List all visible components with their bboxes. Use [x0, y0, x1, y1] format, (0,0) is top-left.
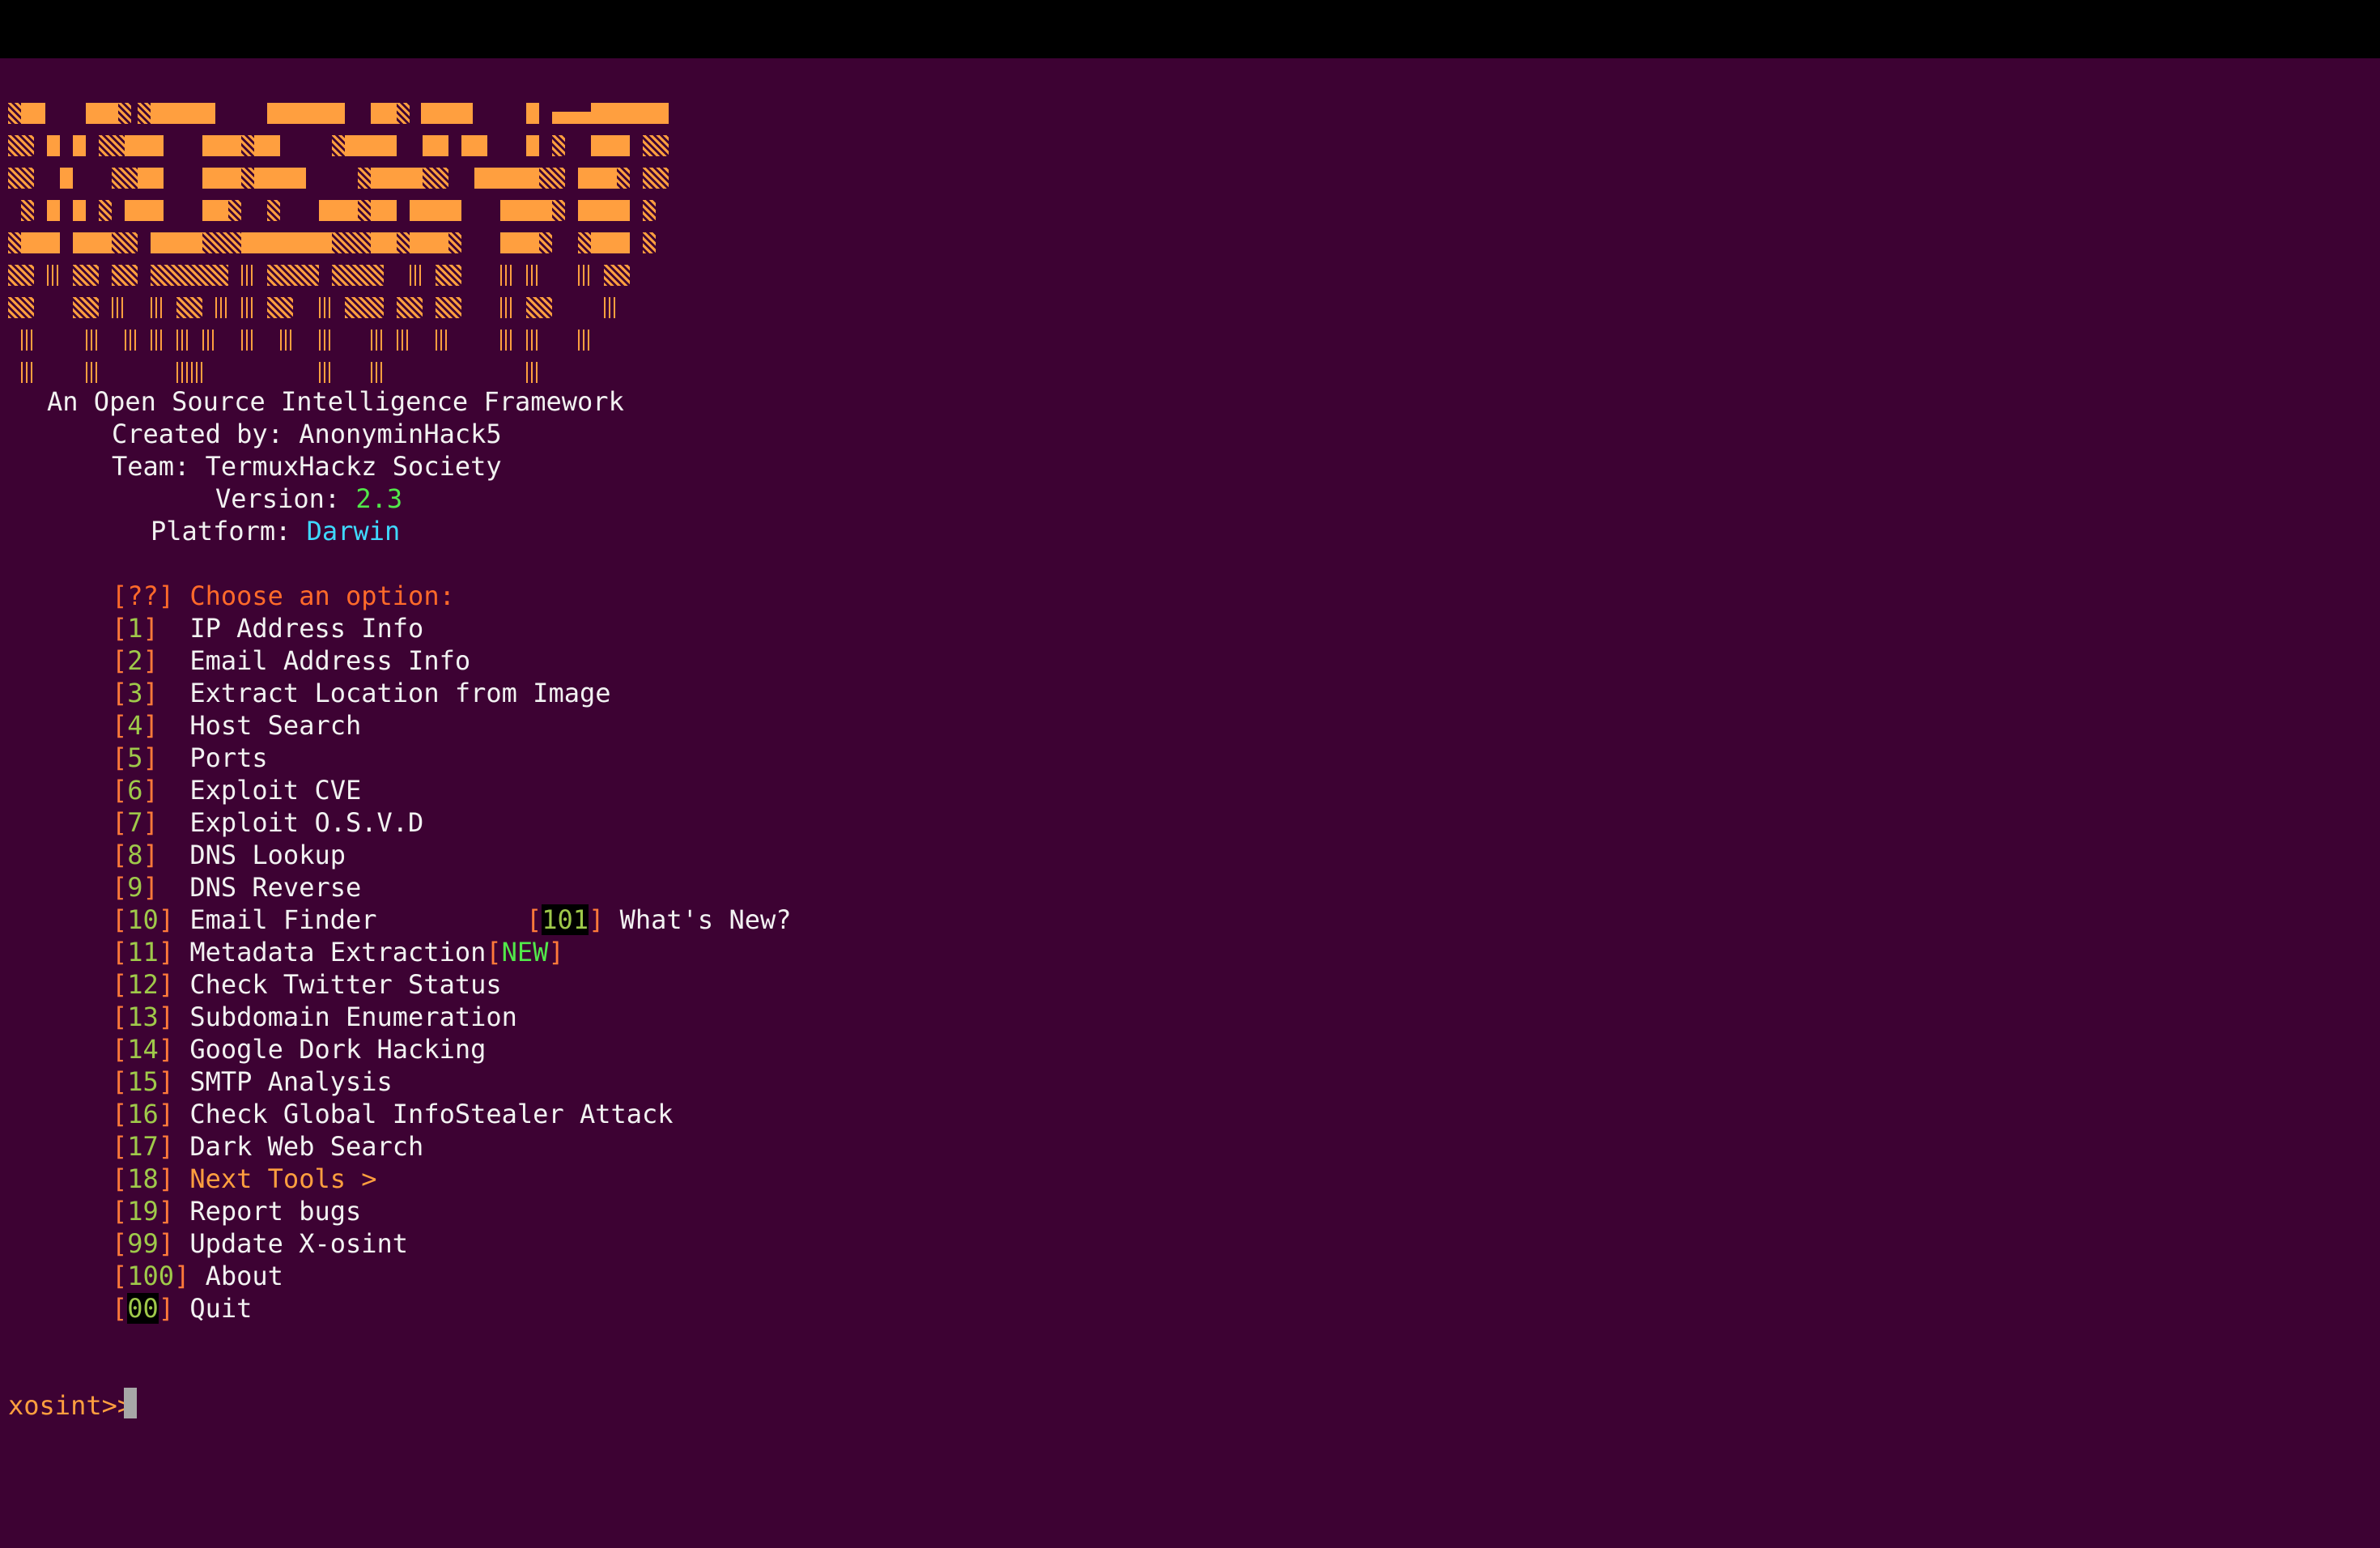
option-label: Exploit CVE: [189, 775, 362, 806]
menu-option-1[interactable]: [1] IP Address Info: [112, 612, 423, 644]
terminal-window: An Open Source Intelligence Framework Cr…: [0, 0, 2380, 1548]
option-label: Google Dork Hacking: [189, 1034, 487, 1065]
menu-option-16[interactable]: [16] Check Global InfoStealer Attack: [112, 1098, 674, 1130]
created-by-line: Created by: AnonyminHack5: [112, 418, 502, 450]
menu-option-7[interactable]: [7] Exploit O.S.V.D: [112, 806, 423, 839]
option-label: Ports: [189, 742, 268, 773]
menu-option-3[interactable]: [3] Extract Location from Image: [112, 677, 611, 709]
version-line: Version: 2.3: [215, 483, 402, 515]
option-label: Report bugs: [189, 1196, 362, 1227]
option-number: 8: [127, 840, 143, 870]
command-prompt: xosint>>: [8, 1390, 134, 1421]
option-number: 16: [127, 1099, 159, 1129]
menu-option-2[interactable]: [2] Email Address Info: [112, 644, 470, 677]
option-number: 14: [127, 1034, 159, 1065]
option-label: Email Address Info: [189, 645, 471, 676]
menu-option-18[interactable]: [18] Next Tools >: [112, 1163, 377, 1195]
menu-option-11[interactable]: [11] Metadata Extraction[NEW]: [112, 936, 564, 968]
option-label: Exploit O.S.V.D: [189, 807, 424, 838]
option-number: 19: [127, 1196, 159, 1227]
menu-header: [??] Choose an option:: [112, 580, 455, 612]
platform-value: Darwin: [306, 516, 401, 546]
menu-option-9[interactable]: [9] DNS Reverse: [112, 871, 361, 904]
menu-option-99[interactable]: [99] Update X-osint: [112, 1227, 408, 1260]
menu-option-4[interactable]: [4] Host Search: [112, 709, 361, 742]
option-label: SMTP Analysis: [189, 1066, 393, 1097]
option-number: 18: [127, 1163, 159, 1194]
version-label: Version:: [215, 483, 356, 514]
menu-option-10[interactable]: [10] Email Finder: [112, 904, 377, 936]
option-label: Check Global InfoStealer Attack: [189, 1099, 674, 1129]
option-label: Quit: [189, 1293, 253, 1324]
option-number: 15: [127, 1066, 159, 1097]
option-number: 6: [127, 775, 143, 806]
option-label: Extract Location from Image: [189, 678, 611, 708]
menu-option-100[interactable]: [100] About: [112, 1260, 283, 1292]
option-label: Next Tools >: [189, 1163, 377, 1194]
menu-option-8[interactable]: [8] DNS Lookup: [112, 839, 346, 871]
option-number: 9: [127, 872, 143, 903]
created-by-label: Created by:: [112, 419, 300, 449]
option-label: Email Finder: [189, 904, 377, 935]
menu-option-00[interactable]: [00] Quit: [112, 1292, 252, 1325]
option-number: 5: [127, 742, 143, 773]
menu-option-13[interactable]: [13] Subdomain Enumeration: [112, 1001, 517, 1033]
option-label: IP Address Info: [189, 613, 424, 644]
option-label: Subdomain Enumeration: [189, 1002, 517, 1032]
menu-option-6[interactable]: [6] Exploit CVE: [112, 774, 361, 806]
option-number: 101: [542, 904, 589, 935]
option-number: 13: [127, 1002, 159, 1032]
option-number: 12: [127, 969, 159, 1000]
title-bar: [0, 0, 2380, 58]
option-number: 4: [127, 710, 143, 741]
option-number: 1: [127, 613, 143, 644]
created-by-value: AnonyminHack5: [299, 419, 502, 449]
menu-option-17[interactable]: [17] Dark Web Search: [112, 1130, 423, 1163]
team-line: Team: TermuxHackz Society: [112, 450, 502, 483]
option-label: DNS Lookup: [189, 840, 346, 870]
option-number: 10: [127, 904, 159, 935]
menu-header-label: Choose an option:: [189, 580, 455, 611]
option-label: DNS Reverse: [189, 872, 362, 903]
team-value: TermuxHackz Society: [205, 451, 502, 482]
option-number: 00: [127, 1293, 159, 1324]
menu-option-12[interactable]: [12] Check Twitter Status: [112, 968, 502, 1001]
platform-label: Platform:: [151, 516, 307, 546]
option-number: 7: [127, 807, 143, 838]
team-label: Team:: [112, 451, 206, 482]
option-number: 100: [127, 1261, 175, 1291]
option-label: About: [205, 1261, 283, 1291]
menu-option-14[interactable]: [14] Google Dork Hacking: [112, 1033, 486, 1065]
menu-option-5[interactable]: [5] Ports: [112, 742, 268, 774]
option-number: 2: [127, 645, 143, 676]
option-label: Metadata Extraction: [189, 937, 487, 968]
platform-line: Platform: Darwin: [151, 515, 400, 547]
menu-header-bracket: [??]: [112, 580, 175, 611]
option-label: Update X-osint: [189, 1228, 409, 1259]
menu-option-101[interactable]: [101] What's New?: [526, 904, 792, 936]
option-label: Host Search: [189, 710, 362, 741]
option-label: Dark Web Search: [189, 1131, 424, 1162]
menu-option-19[interactable]: [19] Report bugs: [112, 1195, 361, 1227]
new-badge: NEW: [501, 937, 549, 968]
option-number: 3: [127, 678, 143, 708]
menu-option-15[interactable]: [15] SMTP Analysis: [112, 1065, 393, 1098]
version-value: 2.3: [355, 483, 403, 514]
text-cursor: [124, 1388, 137, 1418]
option-label: Check Twitter Status: [189, 969, 502, 1000]
tagline: An Open Source Intelligence Framework: [47, 386, 624, 417]
option-number: 99: [127, 1228, 159, 1259]
option-number: 17: [127, 1131, 159, 1162]
option-number: 11: [127, 937, 159, 968]
option-label: What's New?: [619, 904, 792, 935]
